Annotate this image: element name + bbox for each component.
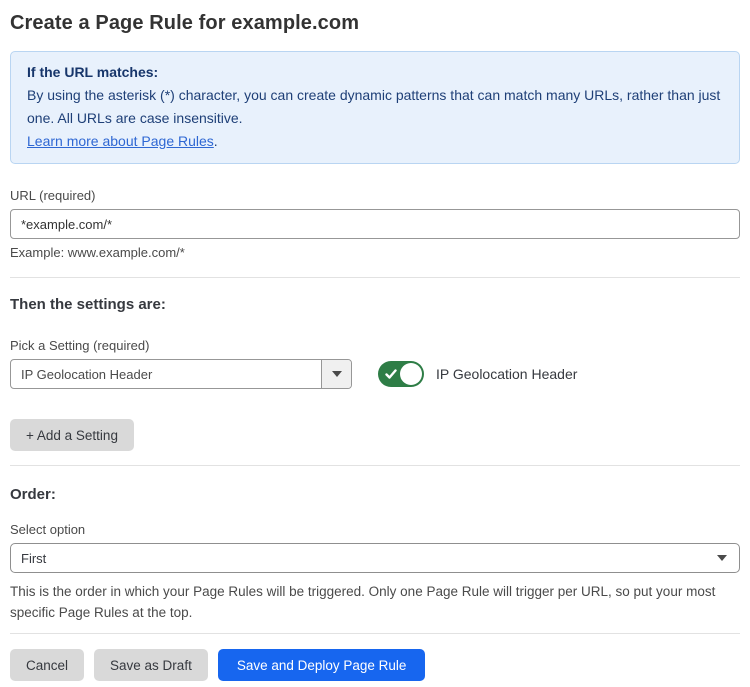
info-box-body: By using the asterisk (*) character, you…: [27, 84, 723, 130]
page-rule-form: Create a Page Rule for example.com If th…: [0, 0, 750, 681]
order-select-value: First: [21, 551, 717, 566]
setting-combobox-dropdown-button[interactable]: [321, 360, 351, 388]
divider: [10, 465, 740, 466]
learn-more-link[interactable]: Learn more about Page Rules: [27, 133, 214, 149]
select-option-label: Select option: [10, 522, 740, 538]
chevron-down-icon: [717, 555, 727, 561]
order-select[interactable]: First: [10, 543, 740, 573]
info-box-heading: If the URL matches:: [27, 61, 723, 84]
link-suffix: .: [214, 133, 218, 149]
order-helper-text: This is the order in which your Page Rul…: [10, 581, 734, 623]
save-draft-button[interactable]: Save as Draft: [94, 649, 208, 681]
toggle-label: IP Geolocation Header: [436, 366, 577, 382]
add-setting-button[interactable]: + Add a Setting: [10, 419, 134, 451]
cancel-button[interactable]: Cancel: [10, 649, 84, 681]
info-box-link-line: Learn more about Page Rules.: [27, 130, 723, 153]
chevron-down-icon: [332, 371, 342, 377]
setting-row: IP Geolocation Header IP Geolocation Hea…: [10, 359, 740, 389]
order-section-heading: Order:: [10, 486, 740, 504]
settings-section-heading: Then the settings are:: [10, 296, 740, 314]
ip-geolocation-toggle[interactable]: [378, 361, 424, 387]
url-match-info-box: If the URL matches: By using the asteris…: [10, 51, 740, 164]
save-deploy-button[interactable]: Save and Deploy Page Rule: [218, 649, 426, 681]
page-title: Create a Page Rule for example.com: [10, 10, 740, 36]
check-icon: [385, 368, 397, 380]
footer-actions: Cancel Save as Draft Save and Deploy Pag…: [10, 649, 740, 681]
setting-combobox[interactable]: IP Geolocation Header: [10, 359, 352, 389]
pick-setting-label: Pick a Setting (required): [10, 338, 740, 354]
url-field-label: URL (required): [10, 188, 740, 204]
url-example-helper: Example: www.example.com/*: [10, 245, 740, 261]
setting-combobox-value: IP Geolocation Header: [11, 360, 321, 388]
toggle-knob: [400, 363, 422, 385]
divider: [10, 277, 740, 278]
divider: [10, 633, 740, 634]
url-input[interactable]: [10, 209, 740, 239]
